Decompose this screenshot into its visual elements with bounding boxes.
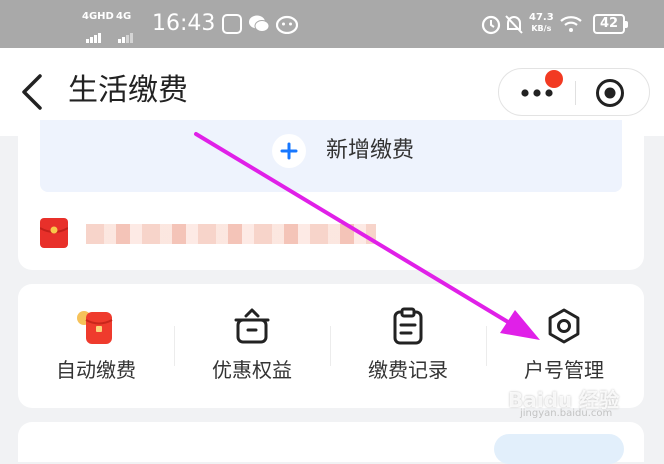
- watermark-sub: jingyan.baidu.com: [520, 408, 613, 419]
- sim1-signal-icon: [86, 24, 102, 43]
- capsule-divider: [575, 81, 576, 105]
- speed-unit: KB/s: [531, 24, 552, 33]
- status-time: 16:43: [152, 11, 216, 36]
- plus-icon: [272, 134, 306, 168]
- gear-icon: [548, 308, 580, 344]
- auto-pay-icon: [77, 311, 113, 344]
- back-chevron-icon[interactable]: [18, 72, 48, 112]
- mini-program-capsule: [498, 68, 650, 116]
- payment-records-button[interactable]: 缴费记录: [330, 284, 486, 408]
- network-speed: 47.3 KB/s: [529, 13, 554, 34]
- benefits-button[interactable]: 优惠权益: [174, 284, 330, 408]
- notification-dot: [545, 70, 563, 88]
- wifi-icon: [560, 16, 582, 32]
- speed-value: 47.3: [529, 12, 554, 23]
- gift-box-icon: [234, 308, 270, 344]
- add-payment-button[interactable]: 新增缴费: [40, 120, 622, 192]
- target-icon[interactable]: [595, 78, 625, 108]
- auto-pay-button[interactable]: 自动缴费: [18, 284, 174, 408]
- message-app-icon: [222, 14, 242, 34]
- more-dots-icon[interactable]: [521, 89, 559, 97]
- payment-records-label: 缴费记录: [368, 358, 448, 382]
- mute-bell-icon: [505, 15, 523, 34]
- bill-card: 新增缴费: [18, 120, 644, 270]
- page-title: 生活缴费: [68, 73, 188, 108]
- battery-indicator: 42: [593, 14, 628, 34]
- wechat-icon: [249, 15, 270, 32]
- benefits-label: 优惠权益: [212, 358, 292, 382]
- bottom-card-pill[interactable]: [494, 434, 624, 464]
- sim2-signal-icon: [118, 24, 134, 43]
- sim1-label: 4GHD: [82, 11, 114, 22]
- status-bar: 4GHD 4G 16:43 47.3 KB/s 42: [0, 0, 664, 48]
- sim2-label: 4G: [116, 11, 132, 22]
- auto-pay-label: 自动缴费: [56, 358, 136, 382]
- blurred-info-text: [86, 224, 376, 244]
- clipboard-icon: [393, 307, 423, 345]
- account-management-label: 户号管理: [524, 358, 604, 382]
- bottom-card: [18, 422, 644, 464]
- add-payment-label: 新增缴费: [326, 138, 415, 163]
- alarm-icon: [481, 15, 501, 35]
- cat-app-icon: [276, 15, 298, 34]
- red-packet-icon: [40, 218, 68, 248]
